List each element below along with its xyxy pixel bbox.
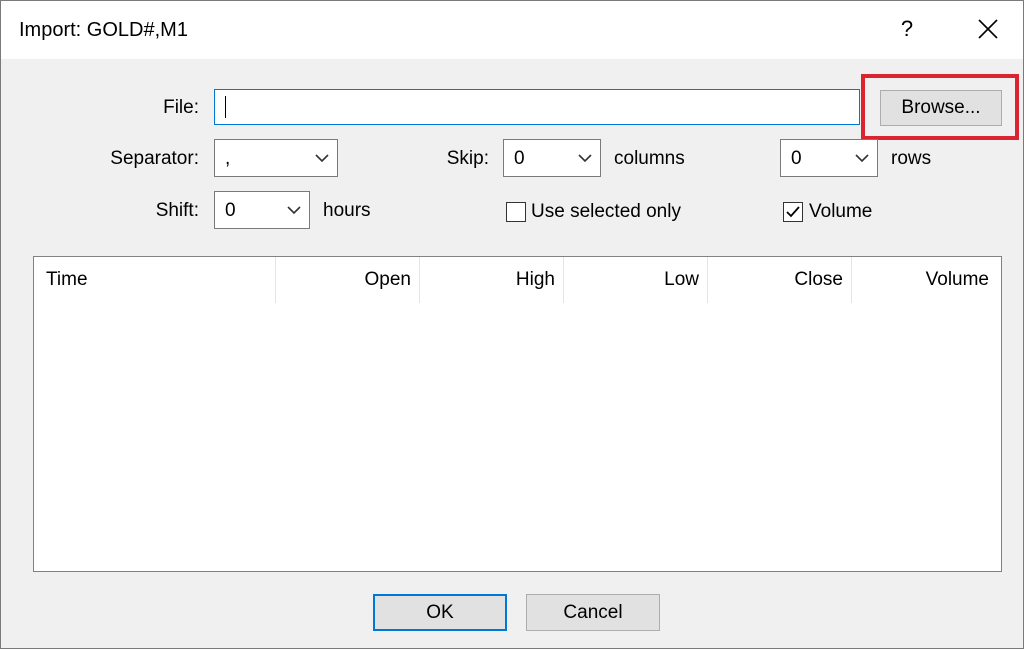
import-dialog: Import: GOLD#,M1 ? File: Browse... Separ… bbox=[0, 0, 1024, 649]
title-bar: Import: GOLD#,M1 ? bbox=[1, 1, 1023, 59]
chevron-down-icon bbox=[578, 154, 592, 163]
hours-label: hours bbox=[323, 200, 371, 221]
separator-select[interactable]: , bbox=[214, 139, 338, 177]
file-path-input[interactable] bbox=[214, 89, 860, 125]
cancel-button[interactable]: Cancel bbox=[526, 594, 660, 631]
skip-rows-value: 0 bbox=[791, 148, 802, 169]
columns-label: columns bbox=[614, 148, 685, 169]
shift-value: 0 bbox=[225, 200, 236, 221]
text-caret bbox=[225, 96, 226, 118]
column-header-high[interactable]: High bbox=[420, 257, 564, 303]
column-header-time[interactable]: Time bbox=[34, 257, 276, 303]
preview-table[interactable]: Time Open High Low Close Volume bbox=[33, 256, 1002, 572]
dialog-title: Import: GOLD#,M1 bbox=[19, 19, 188, 41]
rows-label: rows bbox=[891, 148, 932, 169]
separator-value: , bbox=[225, 148, 231, 169]
volume-checkbox[interactable] bbox=[783, 202, 803, 222]
use-selected-only-checkbox[interactable] bbox=[506, 202, 526, 222]
volume-label[interactable]: Volume bbox=[809, 201, 872, 223]
skip-label: Skip: bbox=[446, 148, 489, 169]
chevron-down-icon bbox=[287, 206, 301, 215]
use-selected-only-label[interactable]: Use selected only bbox=[531, 201, 681, 223]
column-header-low[interactable]: Low bbox=[564, 257, 708, 303]
close-icon bbox=[978, 19, 998, 39]
ok-button[interactable]: OK bbox=[373, 594, 507, 631]
column-header-volume[interactable]: Volume bbox=[852, 257, 1001, 303]
separator-label: Separator: bbox=[110, 148, 199, 169]
help-button[interactable]: ? bbox=[885, 7, 929, 51]
skip-rows-select[interactable]: 0 bbox=[780, 139, 878, 177]
checkmark-icon bbox=[786, 206, 800, 218]
skip-columns-value: 0 bbox=[514, 148, 525, 169]
chevron-down-icon bbox=[315, 154, 329, 163]
shift-select[interactable]: 0 bbox=[214, 191, 310, 229]
skip-columns-select[interactable]: 0 bbox=[503, 139, 601, 177]
shift-label: Shift: bbox=[155, 200, 199, 221]
chevron-down-icon bbox=[855, 154, 869, 163]
close-button[interactable] bbox=[965, 7, 1011, 51]
column-header-close[interactable]: Close bbox=[708, 257, 852, 303]
column-header-open[interactable]: Open bbox=[276, 257, 420, 303]
file-label: File: bbox=[163, 97, 199, 118]
browse-highlight-box bbox=[861, 74, 1019, 140]
